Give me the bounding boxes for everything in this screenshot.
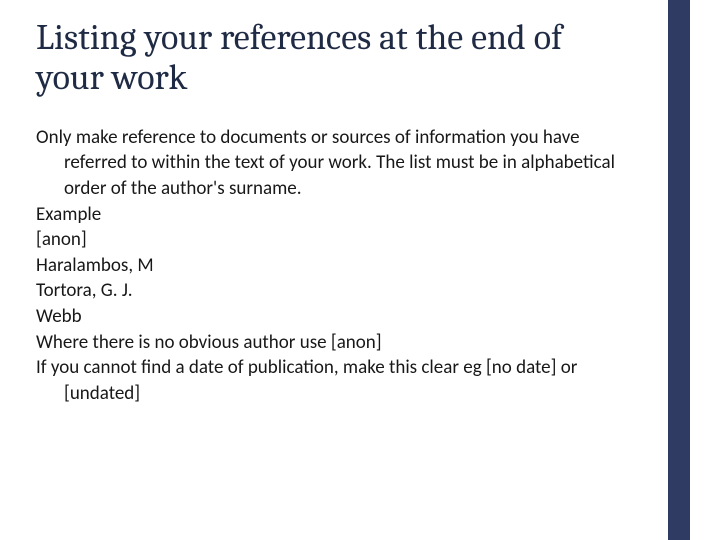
example-label: Example	[36, 202, 636, 228]
accent-bar	[668, 0, 690, 540]
example-item: [anon]	[36, 227, 636, 253]
slide-title: Listing your references at the end of yo…	[36, 18, 636, 99]
slide-content: Listing your references at the end of yo…	[36, 18, 636, 407]
slide-body: Only make reference to documents or sour…	[36, 125, 636, 407]
note-anon: Where there is no obvious author use [an…	[36, 330, 636, 356]
example-item: Tortora, G. J.	[36, 278, 636, 304]
intro-paragraph: Only make reference to documents or sour…	[36, 125, 636, 202]
example-item: Webb	[36, 304, 636, 330]
note-nodate: If you cannot find a date of publication…	[36, 355, 636, 406]
example-item: Haralambos, M	[36, 253, 636, 279]
